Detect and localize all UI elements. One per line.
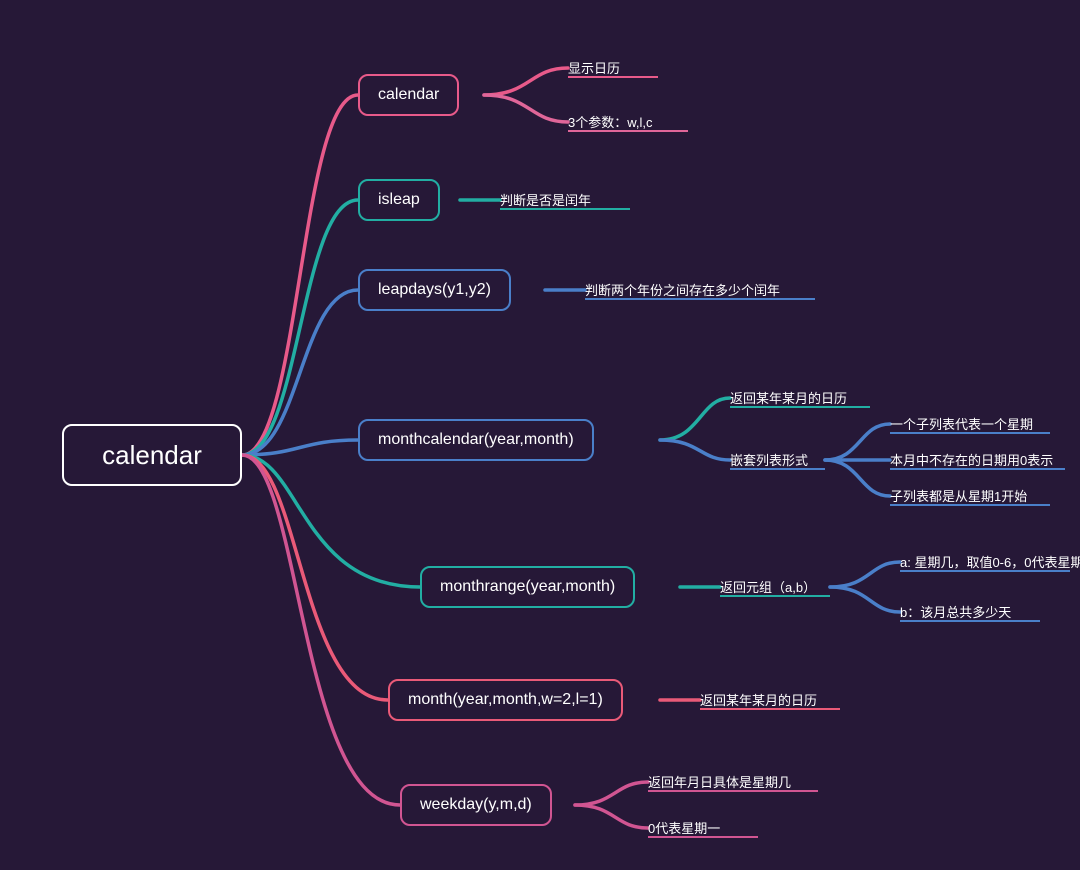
underline (720, 595, 830, 597)
node-weekday[interactable]: weekday(y,m,d) (400, 784, 552, 826)
node-month[interactable]: month(year,month,w=2,l=1) (388, 679, 623, 721)
node-monthrange-label: monthrange(year,month) (440, 578, 615, 596)
underline (585, 298, 815, 300)
leaf-mc-nested: 嵌套列表形式 (730, 450, 808, 469)
underline (568, 130, 688, 132)
leaf-cal-show: 显示日历 (568, 58, 620, 77)
underline (730, 406, 870, 408)
leaf-wd-desc: 返回年月日具体是星期几 (648, 772, 791, 791)
root-node[interactable]: calendar (62, 424, 242, 486)
node-leapdays[interactable]: leapdays(y1,y2) (358, 269, 511, 311)
leaf-mc-desc: 返回某年某月的日历 (730, 388, 847, 407)
leaf-mc-n2: 本月中不存在的日期用0表示 (890, 450, 1053, 469)
leaf-isleap-desc: 判断是否是闰年 (500, 190, 591, 209)
underline (648, 836, 758, 838)
node-calendar-label: calendar (378, 86, 439, 104)
leaf-mc-n3: 子列表都是从星期1开始 (890, 486, 1027, 505)
leaf-month-desc: 返回某年某月的日历 (700, 690, 817, 709)
underline (890, 432, 1050, 434)
leaf-leapdays-desc: 判断两个年份之间存在多少个闰年 (585, 280, 780, 299)
underline (890, 504, 1050, 506)
leaf-mr-tuple: 返回元组（a,b） (720, 577, 816, 596)
node-weekday-label: weekday(y,m,d) (420, 796, 532, 814)
leaf-mr-b: b：该月总共多少天 (900, 602, 1011, 621)
leaf-mc-n1: 一个子列表代表一个星期 (890, 414, 1033, 433)
leaf-cal-params: 3个参数：w,l,c (568, 112, 653, 131)
node-calendar[interactable]: calendar (358, 74, 459, 116)
node-month-label: month(year,month,w=2,l=1) (408, 691, 603, 709)
node-monthcalendar-label: monthcalendar(year,month) (378, 431, 574, 449)
underline (500, 208, 630, 210)
leaf-wd-zero: 0代表星期一 (648, 818, 720, 837)
node-leapdays-label: leapdays(y1,y2) (378, 281, 491, 299)
node-monthcalendar[interactable]: monthcalendar(year,month) (358, 419, 594, 461)
underline (730, 468, 825, 470)
underline (900, 620, 1040, 622)
underline (900, 570, 1070, 572)
node-isleap-label: isleap (378, 191, 420, 209)
underline (700, 708, 840, 710)
node-monthrange[interactable]: monthrange(year,month) (420, 566, 635, 608)
underline (568, 76, 658, 78)
leaf-mr-a: a: 星期几，取值0-6，0代表星期一 (900, 552, 1080, 571)
root-label: calendar (102, 440, 202, 471)
node-isleap[interactable]: isleap (358, 179, 440, 221)
underline (890, 468, 1065, 470)
underline (648, 790, 818, 792)
